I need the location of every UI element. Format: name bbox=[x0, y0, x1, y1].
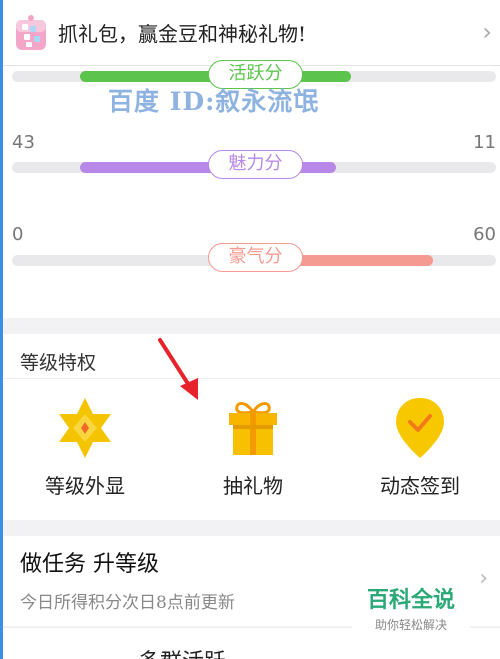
task-title: 做任务 升等级 bbox=[20, 552, 159, 577]
star-badge-icon bbox=[59, 398, 111, 458]
privilege-dynamic-checkin[interactable]: 动态签到 bbox=[345, 396, 495, 506]
charm-score-label: 魅力分 bbox=[208, 150, 303, 179]
charm-right-value: 11 bbox=[473, 132, 496, 153]
window-left-border bbox=[0, 0, 3, 659]
arrow-pointer-icon bbox=[158, 338, 198, 400]
privilege-label: 动态签到 bbox=[380, 474, 460, 498]
gift-banner[interactable]: 抓礼包，赢金豆和神秘礼物! › bbox=[0, 0, 500, 66]
brand-name: 百科全说 bbox=[366, 588, 455, 613]
privilege-label: 等级外显 bbox=[45, 474, 125, 498]
section-gap bbox=[0, 520, 500, 536]
section-gap bbox=[0, 318, 500, 334]
brand-subtitle: 助你轻松解决 bbox=[374, 618, 447, 632]
baidu-id-watermark: 百度 ID:叙永流氓 bbox=[108, 87, 320, 116]
privileges-title: 等级特权 bbox=[20, 352, 97, 374]
location-check-icon bbox=[396, 398, 444, 458]
divider bbox=[0, 378, 500, 379]
privilege-draw-gift[interactable]: 抽礼物 bbox=[178, 396, 328, 506]
gift-box-icon bbox=[16, 15, 46, 50]
generosity-right-value: 60 bbox=[473, 224, 496, 245]
gift-icon bbox=[229, 402, 277, 455]
generosity-left-value: 0 bbox=[12, 224, 24, 245]
brand-watermark: 百科全说 助你轻松解决 bbox=[352, 580, 470, 636]
chevron-right-icon: › bbox=[479, 566, 488, 591]
task-subtitle: 今日所得积分次日8点前更新 bbox=[20, 593, 235, 613]
generosity-fill bbox=[292, 255, 434, 266]
charm-left-value: 43 bbox=[12, 132, 35, 153]
chevron-right-icon: › bbox=[482, 18, 492, 46]
level-privileges-section: 等级特权 等级外显 抽礼物 动态签到 bbox=[0, 334, 500, 520]
privilege-level-display[interactable]: 等级外显 bbox=[10, 396, 160, 506]
banner-text: 抓礼包，赢金豆和神秘礼物! bbox=[58, 22, 307, 46]
privilege-label: 抽礼物 bbox=[223, 474, 283, 498]
generosity-score-label: 豪气分 bbox=[208, 243, 303, 272]
group-activity-label: 多群活跃 bbox=[138, 644, 226, 659]
